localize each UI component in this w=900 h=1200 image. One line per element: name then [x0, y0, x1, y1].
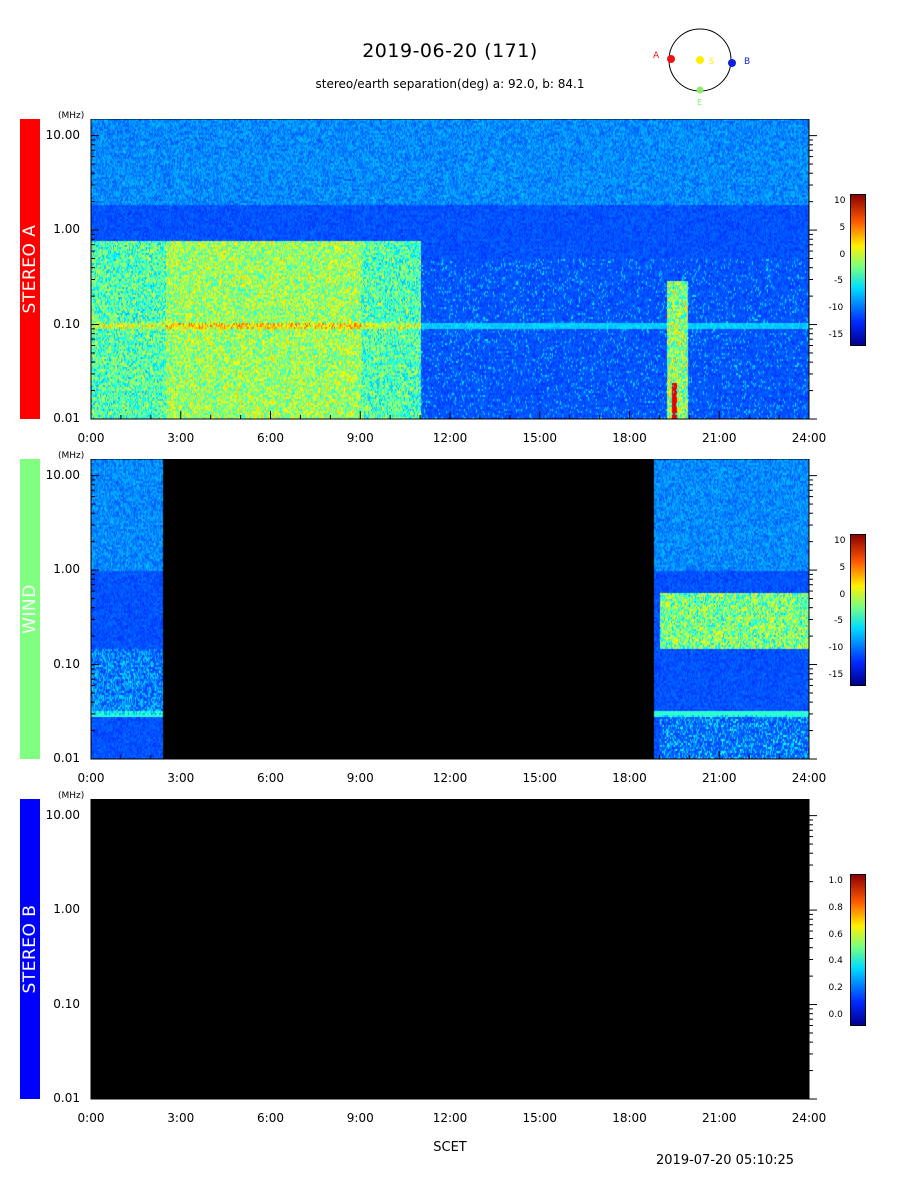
- stereo-b-x-tick-label: 18:00: [612, 1111, 647, 1125]
- stereo-a-x-tick-label: 0:00: [77, 431, 105, 445]
- wind-x-tick-label: 9:00: [346, 771, 374, 785]
- wind-x-tick-label: 6:00: [257, 771, 284, 785]
- wind-axes: [90, 459, 817, 760]
- stereo-a-colorbar: [850, 194, 866, 346]
- wind-x-tick-label: 0:00: [77, 771, 105, 785]
- wind-x-tick-label: 3:00: [167, 771, 195, 785]
- sun-letter: S: [709, 57, 714, 66]
- stereo-a-marker: [667, 55, 675, 63]
- stereo-a-x-tick-label: 15:00: [522, 431, 558, 445]
- stereo-a-x-tick-label: 3:00: [167, 431, 195, 445]
- stereo-a-x-tick-label: 12:00: [432, 431, 468, 445]
- stereo-a-x-tick-label: 24:00: [791, 431, 827, 445]
- sun-marker: [696, 56, 704, 64]
- stereo-b-marker: [728, 59, 736, 67]
- stereo-b-x-tick-label: 21:00: [701, 1111, 737, 1125]
- orbit-diagram: A S B E: [653, 28, 750, 107]
- generation-timestamp: 2019-07-20 05:10:25: [656, 1153, 795, 1168]
- stereo-b-x-tick-label: 0:00: [77, 1111, 105, 1125]
- stereo-a-x-tick-label: 21:00: [701, 431, 737, 445]
- stereo-b-x-tick-label: 6:00: [257, 1111, 284, 1125]
- wind-x-tick-label: 24:00: [791, 771, 827, 785]
- stereo-a-axes: [90, 119, 817, 420]
- wind-x-tick-label: 15:00: [522, 771, 558, 785]
- wind-x-tick-label: 12:00: [432, 771, 468, 785]
- wind-x-tick-label: 18:00: [612, 771, 647, 785]
- stereo-b-colorbar: [850, 874, 866, 1026]
- earth-letter: E: [697, 98, 702, 107]
- earth-marker: [696, 86, 704, 94]
- stereo-b-letter: B: [744, 57, 750, 67]
- stereo-a-letter: A: [653, 51, 660, 61]
- stereo-b-axes: [90, 799, 817, 1100]
- stereo-b-x-tick-label: 24:00: [791, 1111, 827, 1125]
- stereo-b-x-tick-label: 12:00: [432, 1111, 468, 1125]
- stereo-a-x-tick-label: 9:00: [346, 431, 374, 445]
- stereo-b-x-tick-label: 3:00: [167, 1111, 195, 1125]
- wind-x-tick-label: 21:00: [701, 771, 737, 785]
- stereo-b-x-tick-label: 15:00: [522, 1111, 558, 1125]
- wind-colorbar: [850, 534, 866, 686]
- stereo-b-x-tick-label: 9:00: [346, 1111, 374, 1125]
- stereo-a-x-tick-label: 6:00: [257, 431, 284, 445]
- stereo-a-x-tick-label: 18:00: [612, 431, 647, 445]
